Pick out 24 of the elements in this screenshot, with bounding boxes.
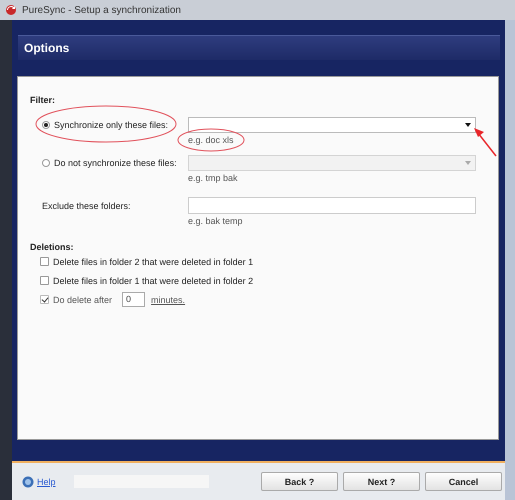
dialog-button[interactable]: Back ? [261,472,338,491]
input-field[interactable] [188,197,476,214]
radio-option[interactable]: Synchronize only these files: [30,117,188,132]
hint-text: e.g. bak temp [188,215,243,228]
checkbox[interactable] [40,276,49,285]
checkbox-label: Delete files in folder 1 that were deleted in folder 2 [53,276,254,286]
hint-text: e.g. tmp bak [188,172,238,185]
window-title: PureSync - Setup a synchronization [22,4,181,16]
combo-field[interactable] [188,117,476,133]
dropdown-caret-icon[interactable] [465,123,471,127]
page-title: Options [23,41,70,55]
checkbox-label: Do delete after [53,294,112,304]
help-icon[interactable] [22,476,34,488]
dialog-button[interactable]: Next ? [343,472,420,491]
annotation-arrow [474,128,497,156]
section-heading: Filter: [30,95,56,105]
field-label: Exclude these folders: [41,201,132,213]
dialog-button[interactable]: Cancel [425,472,502,491]
help-link[interactable]: Help [37,476,56,486]
app-logo-icon [5,4,17,16]
checkbox[interactable] [40,257,49,266]
checkbox-label: Delete files in folder 2 that were deleted in folder 1 [53,256,254,266]
hint-text: e.g. doc xls [188,134,234,147]
section-heading: Deletions: [30,242,75,252]
